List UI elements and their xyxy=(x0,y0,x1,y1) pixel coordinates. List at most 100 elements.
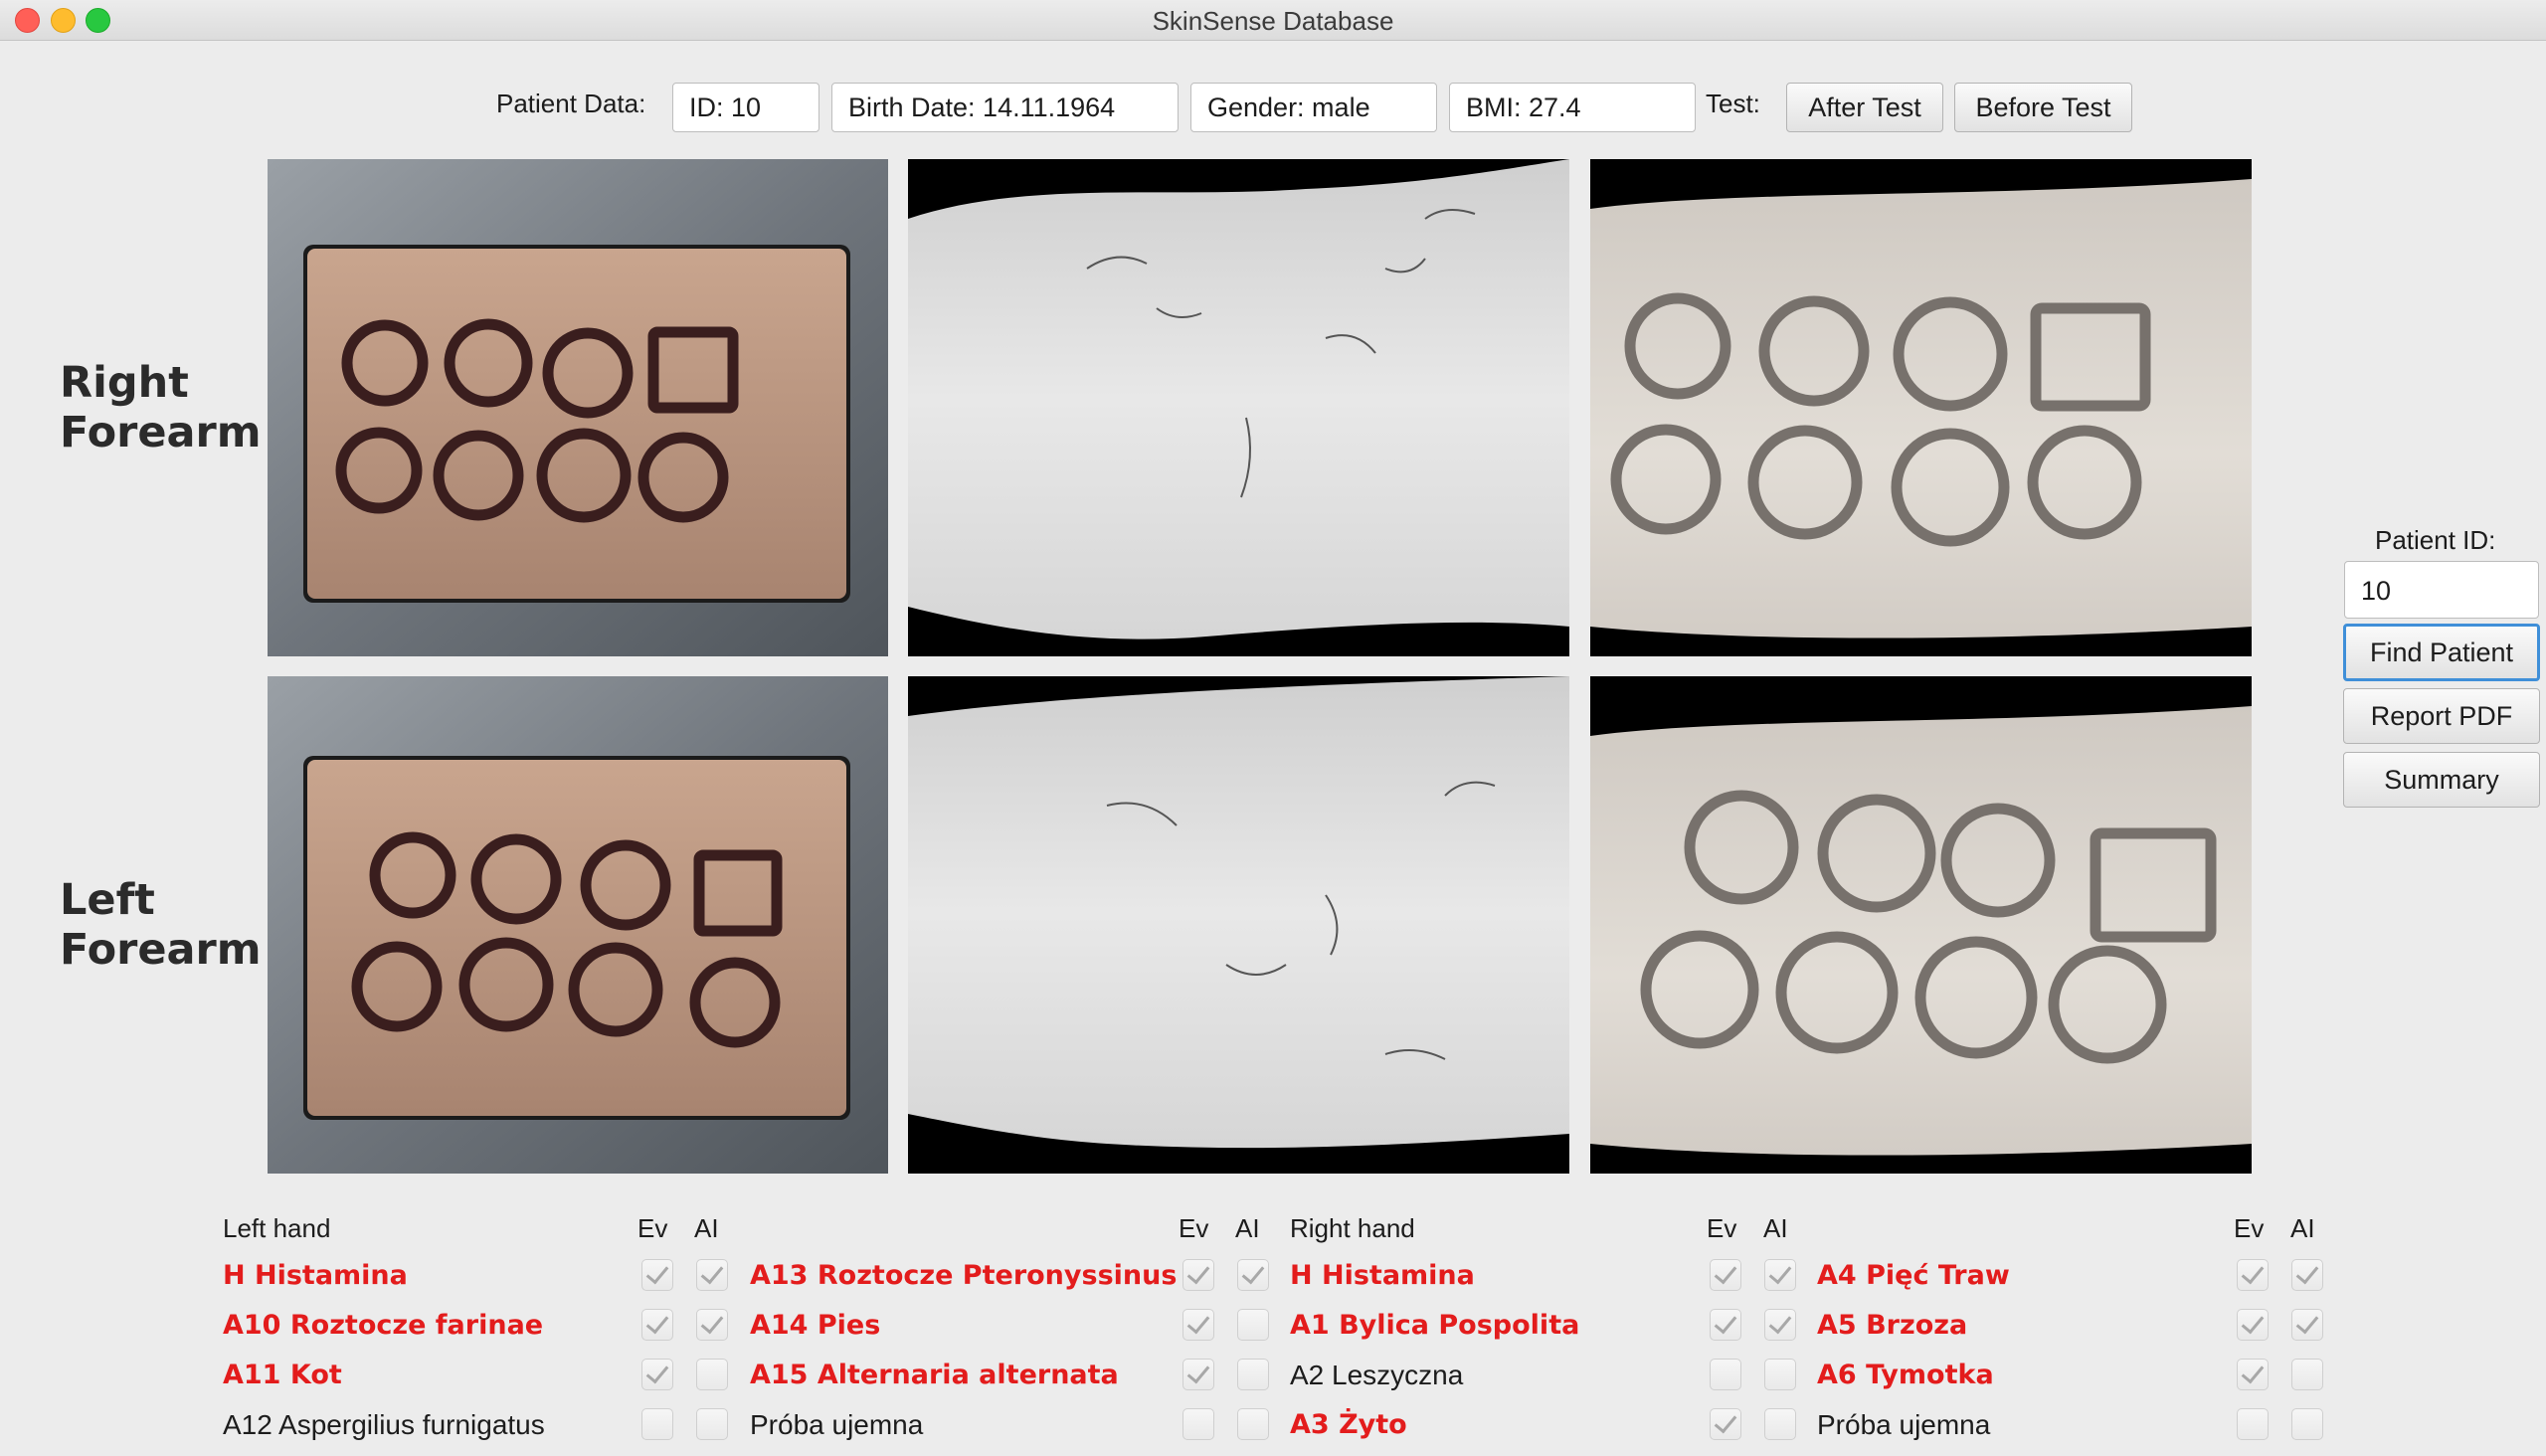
ai-checkbox[interactable] xyxy=(696,1408,728,1440)
ai-header: AI xyxy=(1763,1213,1788,1243)
summary-button[interactable]: Summary xyxy=(2343,752,2540,808)
ev-checkbox[interactable] xyxy=(641,1359,673,1390)
ai-checkbox[interactable] xyxy=(1237,1408,1269,1440)
left-forearm-processed-image xyxy=(1590,676,2252,1174)
ev-checkbox[interactable] xyxy=(1182,1259,1214,1291)
patient-data-label: Patient Data: xyxy=(496,89,646,118)
ai-checkbox[interactable] xyxy=(1764,1359,1796,1390)
ev-checkbox[interactable] xyxy=(1182,1359,1214,1390)
ev-checkbox[interactable] xyxy=(2237,1259,2269,1291)
report-pdf-button[interactable]: Report PDF xyxy=(2343,688,2540,744)
ai-checkbox[interactable] xyxy=(2291,1408,2323,1440)
ev-checkbox[interactable] xyxy=(1710,1359,1741,1390)
ai-checkbox[interactable] xyxy=(1764,1309,1796,1341)
checkmark-icon xyxy=(645,1360,669,1384)
checkmark-icon xyxy=(1714,1310,1737,1335)
right-forearm-label-line1: Right xyxy=(60,358,189,408)
left-forearm-label: Left Forearm xyxy=(60,875,262,975)
allergen-label: A13 Roztocze Pteronyssinus xyxy=(750,1260,1178,1291)
allergen-label: A1 Bylica Pospolita xyxy=(1290,1310,1580,1341)
ev-header: Ev xyxy=(2234,1213,2265,1243)
checkmark-icon xyxy=(645,1310,669,1335)
ai-checkbox[interactable] xyxy=(696,1359,728,1390)
ai-header: AI xyxy=(1235,1213,1260,1243)
allergen-label: A11 Kot xyxy=(223,1360,342,1390)
allergen-label: H Histamina xyxy=(1290,1260,1475,1291)
checkmark-icon xyxy=(700,1310,724,1335)
ev-checkbox[interactable] xyxy=(1182,1408,1214,1440)
allergen-label: A15 Alternaria alternata xyxy=(750,1360,1119,1390)
checkmark-icon xyxy=(1186,1360,1210,1384)
patient-id-label: Patient ID: xyxy=(2375,525,2496,555)
checkmark-icon xyxy=(1768,1310,1792,1335)
left-forearm-label-line1: Left xyxy=(60,875,155,925)
ev-checkbox[interactable] xyxy=(2237,1309,2269,1341)
allergen-label: A14 Pies xyxy=(750,1310,881,1341)
ev-checkbox[interactable] xyxy=(1710,1259,1741,1291)
birth-date-display[interactable]: Birth Date: 14.11.1964 xyxy=(831,83,1179,132)
checkmark-icon xyxy=(2241,1310,2265,1335)
title-bar: SkinSense Database xyxy=(0,0,2546,41)
left-forearm-infrared-image xyxy=(908,676,1569,1174)
allergen-label: A4 Pięć Traw xyxy=(1817,1260,2010,1291)
right-forearm-label: Right Forearm xyxy=(60,358,262,457)
checkmark-icon xyxy=(1714,1409,1737,1434)
bmi-display[interactable]: BMI: 27.4 xyxy=(1449,83,1696,132)
ai-checkbox[interactable] xyxy=(2291,1259,2323,1291)
checkmark-icon xyxy=(1186,1260,1210,1285)
gender-display[interactable]: Gender: male xyxy=(1190,83,1437,132)
ev-header: Ev xyxy=(1707,1213,1737,1243)
left-forearm-label-line2: Forearm xyxy=(60,925,262,975)
patient-id-input[interactable]: 10 xyxy=(2344,561,2539,619)
ev-checkbox[interactable] xyxy=(641,1309,673,1341)
ai-checkbox[interactable] xyxy=(696,1309,728,1341)
checkmark-icon xyxy=(1241,1260,1265,1285)
checkmark-icon xyxy=(1714,1260,1737,1285)
right-forearm-processed-image xyxy=(1590,159,2252,656)
right-forearm-label-line2: Forearm xyxy=(60,408,262,457)
right-forearm-infrared-image xyxy=(908,159,1569,656)
right-hand-header: Right hand xyxy=(1290,1213,1415,1243)
left-forearm-camera-image xyxy=(268,676,888,1174)
checkmark-icon xyxy=(645,1260,669,1285)
ai-checkbox[interactable] xyxy=(1237,1259,1269,1291)
allergen-label: A10 Roztocze farinae xyxy=(223,1310,544,1341)
left-hand-header: Left hand xyxy=(223,1213,331,1243)
allergen-label: H Histamina xyxy=(223,1260,408,1291)
ai-checkbox[interactable] xyxy=(2291,1309,2323,1341)
after-test-button[interactable]: After Test xyxy=(1786,83,1943,132)
ai-checkbox[interactable] xyxy=(2291,1359,2323,1390)
checkmark-icon xyxy=(2241,1260,2265,1285)
ai-header: AI xyxy=(694,1213,719,1243)
checkmark-icon xyxy=(1768,1260,1792,1285)
ai-checkbox[interactable] xyxy=(1764,1259,1796,1291)
ai-checkbox[interactable] xyxy=(1237,1359,1269,1390)
test-label: Test: xyxy=(1706,89,1760,118)
checkmark-icon xyxy=(2295,1260,2319,1285)
ev-header: Ev xyxy=(637,1213,668,1243)
ai-checkbox[interactable] xyxy=(696,1259,728,1291)
find-patient-button[interactable]: Find Patient xyxy=(2343,624,2540,681)
allergen-label: A2 Leszyczna xyxy=(1290,1360,1464,1390)
ev-checkbox[interactable] xyxy=(641,1259,673,1291)
ev-checkbox[interactable] xyxy=(1182,1309,1214,1341)
ev-checkbox[interactable] xyxy=(641,1408,673,1440)
allergen-label: A5 Brzoza xyxy=(1817,1310,1968,1341)
checkmark-icon xyxy=(2241,1360,2265,1384)
ai-checkbox[interactable] xyxy=(1237,1309,1269,1341)
ev-checkbox[interactable] xyxy=(2237,1359,2269,1390)
ev-checkbox[interactable] xyxy=(1710,1309,1741,1341)
ai-checkbox[interactable] xyxy=(1764,1408,1796,1440)
allergen-label: Próba ujemna xyxy=(750,1409,924,1440)
ev-checkbox[interactable] xyxy=(2237,1408,2269,1440)
allergen-label: A6 Tymotka xyxy=(1817,1360,1994,1390)
allergen-label: A3 Żyto xyxy=(1290,1409,1407,1440)
checkmark-icon xyxy=(1186,1310,1210,1335)
ev-checkbox[interactable] xyxy=(1710,1408,1741,1440)
checkmark-icon xyxy=(2295,1310,2319,1335)
patient-id-display[interactable]: ID: 10 xyxy=(672,83,819,132)
before-test-button[interactable]: Before Test xyxy=(1954,83,2132,132)
right-forearm-camera-image xyxy=(268,159,888,656)
ev-header: Ev xyxy=(1179,1213,1209,1243)
window-title: SkinSense Database xyxy=(1152,6,1394,36)
